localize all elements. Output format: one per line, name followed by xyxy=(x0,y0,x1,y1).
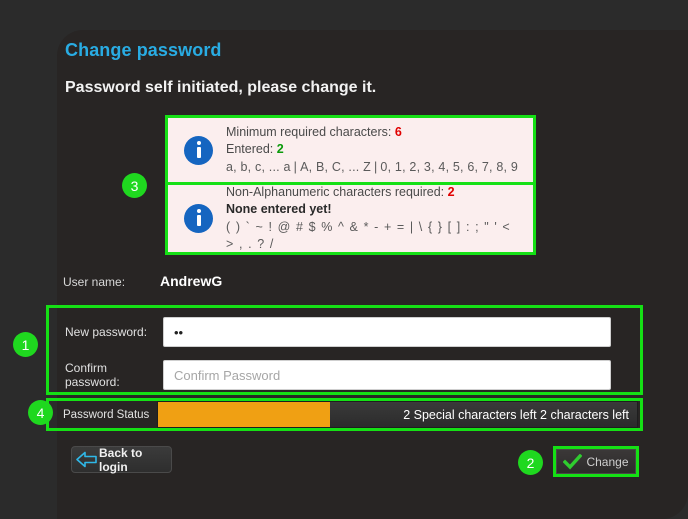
minimum-characters-label: Minimum required characters: xyxy=(226,125,395,140)
allowed-characters-line: a, b, c, ... a | A, B, C, ... Z | 0, 1, 2, 3… xyxy=(226,159,523,176)
password-status-group: Password Status 2 Special characters lef… xyxy=(46,398,643,431)
password-fields-group: New password: Confirm password: xyxy=(46,305,643,395)
requirement-panel-special: Non-Alphanumeric characters required: 2 … xyxy=(168,185,533,252)
new-password-input[interactable] xyxy=(163,317,611,347)
entered-characters-value: 2 xyxy=(276,142,284,157)
new-password-row: New password: xyxy=(49,317,640,347)
password-strength-progressbar: 2 Special characters left 2 characters l… xyxy=(157,401,638,428)
confirm-password-row: Confirm password: xyxy=(49,360,640,390)
nonalphanumeric-required-line: Non-Alphanumeric characters required: 2 xyxy=(226,184,523,201)
new-password-label: New password: xyxy=(65,325,148,339)
app-root: Change password Password self initiated,… xyxy=(0,0,688,519)
change-button-label: Change xyxy=(586,454,629,469)
page-title: Change password xyxy=(65,40,222,60)
minimum-characters-value: 6 xyxy=(394,125,402,140)
info-icon xyxy=(184,204,213,233)
nonalphanumeric-required-label: Non-Alphanumeric characters required: xyxy=(226,185,448,199)
back-to-login-button[interactable]: Back to login xyxy=(71,445,172,474)
entered-characters-line: Entered: 2 xyxy=(226,141,523,158)
minimum-characters-line: Minimum required characters: 6 xyxy=(226,124,523,141)
digit-range: 0, 1, 2, 3, 4, 5, 6, 7, 8, 9 xyxy=(380,159,519,174)
info-icon xyxy=(184,135,213,165)
separator-2: | xyxy=(373,159,378,174)
annotation-badge-2: 2 xyxy=(518,450,543,475)
annotation-badge-1: 1 xyxy=(13,332,38,357)
nonalphanumeric-required-value: 2 xyxy=(447,185,455,199)
left-arrow-icon xyxy=(76,451,97,468)
change-button[interactable]: Change xyxy=(556,449,636,474)
requirement-panel-length: Minimum required characters: 6 Entered: … xyxy=(168,118,533,185)
annotation-badge-4: 4 xyxy=(28,400,53,425)
requirement-special-lines: Non-Alphanumeric characters required: 2 … xyxy=(226,184,523,253)
lowercase-range: a, b, c, ... a xyxy=(226,159,291,174)
confirm-password-input[interactable] xyxy=(163,360,611,390)
annotation-badge-3: 3 xyxy=(122,173,147,198)
password-status-label: Password Status xyxy=(63,408,150,421)
password-status-message: 2 Special characters left 2 characters l… xyxy=(403,407,629,422)
back-to-login-label: Back to login xyxy=(99,445,143,474)
username-label: User name: xyxy=(63,275,126,289)
entered-characters-label: Entered: xyxy=(226,142,277,157)
checkmark-icon xyxy=(563,453,583,469)
password-strength-fill xyxy=(158,402,331,427)
username-value: AndrewG xyxy=(160,273,223,289)
none-entered-warning: None entered yet! xyxy=(226,202,332,217)
password-requirements-group: Minimum required characters: 6 Entered: … xyxy=(165,115,536,255)
page-subtitle: Password self initiated, please change i… xyxy=(65,79,377,96)
separator-1: | xyxy=(293,159,298,174)
confirm-password-label: Confirm password: xyxy=(65,361,120,389)
special-characters-line: ( ) ` ~ ! @ # $ % ^ & * - + = | \ { } [ … xyxy=(226,219,511,251)
change-button-highlight: Change xyxy=(553,446,639,477)
uppercase-range: A, B, C, ... Z xyxy=(300,159,371,174)
requirement-length-lines: Minimum required characters: 6 Entered: … xyxy=(226,124,523,176)
